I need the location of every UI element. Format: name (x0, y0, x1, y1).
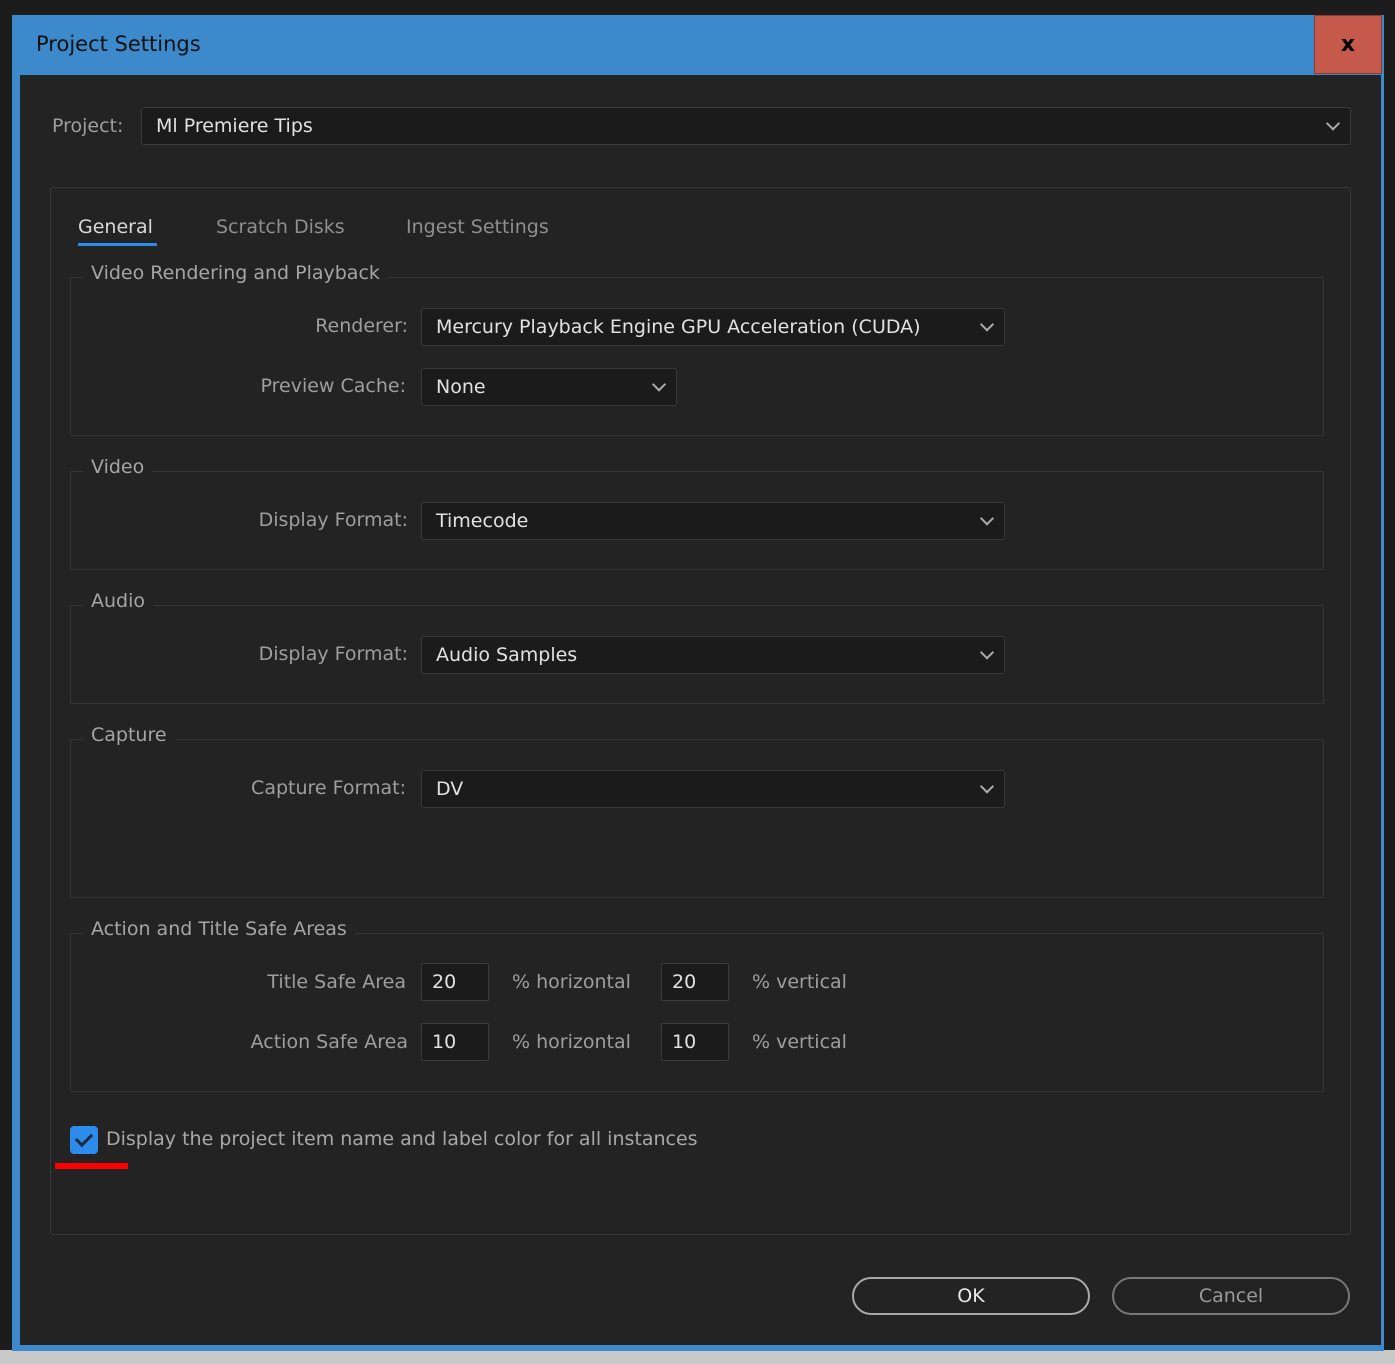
group-safe-areas: Action and Title Safe Areas Title Safe A… (70, 918, 1324, 1092)
title-safe-label: Title Safe Area (267, 971, 406, 993)
close-button[interactable]: x (1314, 15, 1382, 74)
chevron-down-icon (979, 317, 995, 332)
group-legend: Capture (83, 724, 175, 746)
chevron-down-icon (979, 511, 995, 526)
chevron-down-icon (979, 645, 995, 660)
action-safe-vertical-input[interactable]: 10 (661, 1023, 729, 1061)
capture-format-value: DV (436, 778, 464, 800)
title-safe-horizontal-input[interactable]: 20 (421, 963, 489, 1001)
video-display-format-label: Display Format: (258, 509, 408, 531)
title-safe-vertical-input[interactable]: 20 (661, 963, 729, 1001)
video-display-format-value: Timecode (436, 510, 529, 532)
capture-format-select[interactable]: DV (421, 770, 1005, 808)
group-capture: Capture Capture Format: DV (70, 724, 1324, 898)
project-select[interactable]: Ml Premiere Tips (141, 107, 1351, 145)
group-video: Video Display Format: Timecode (70, 456, 1324, 570)
audio-display-format-label: Display Format: (258, 643, 408, 665)
title-bar[interactable]: Project Settings x (12, 15, 1384, 75)
renderer-value: Mercury Playback Engine GPU Acceleration… (436, 316, 921, 338)
action-safe-label: Action Safe Area (250, 1031, 408, 1053)
group-legend: Video (83, 456, 153, 478)
checkbox-label[interactable]: Display the project item name and label … (106, 1128, 698, 1150)
preview-cache-label: Preview Cache: (260, 375, 407, 397)
horizontal-label: % horizontal (512, 1031, 631, 1053)
renderer-label: Renderer: (315, 315, 408, 337)
group-legend: Audio (83, 590, 154, 612)
tab-scratch-disks[interactable]: Scratch Disks (216, 216, 345, 238)
capture-format-label: Capture Format: (251, 777, 406, 799)
project-label: Project: (52, 115, 124, 137)
background-timeline (0, 1350, 1395, 1364)
group-legend: Action and Title Safe Areas (83, 918, 355, 940)
dialog-content: Project: Ml Premiere Tips General Scratc… (20, 75, 1381, 1345)
vertical-label: % vertical (752, 971, 847, 993)
audio-display-format-value: Audio Samples (436, 644, 578, 666)
project-settings-dialog: Project Settings x Project: Ml Premiere … (12, 15, 1384, 1351)
preview-cache-value: None (436, 376, 486, 398)
tab-general[interactable]: General (78, 216, 157, 246)
audio-display-format-select[interactable]: Audio Samples (421, 636, 1005, 674)
renderer-select[interactable]: Mercury Playback Engine GPU Acceleration… (421, 308, 1005, 346)
cancel-button[interactable]: Cancel (1112, 1277, 1350, 1315)
group-legend: Video Rendering and Playback (83, 262, 388, 284)
group-audio: Audio Display Format: Audio Samples (70, 590, 1324, 704)
preview-cache-select[interactable]: None (421, 368, 677, 406)
tab-ingest-settings[interactable]: Ingest Settings (406, 216, 549, 238)
close-icon: x (1340, 32, 1356, 57)
vertical-label: % vertical (752, 1031, 847, 1053)
video-display-format-select[interactable]: Timecode (421, 502, 1005, 540)
dialog-title: Project Settings (36, 32, 201, 56)
settings-panel: General Scratch Disks Ingest Settings Vi… (50, 187, 1351, 1235)
group-video-rendering: Video Rendering and Playback Renderer: M… (70, 262, 1324, 436)
ok-button[interactable]: OK (852, 1277, 1090, 1315)
chevron-down-icon (651, 377, 667, 392)
display-item-name-checkbox[interactable] (70, 1126, 98, 1154)
action-safe-horizontal-input[interactable]: 10 (421, 1023, 489, 1061)
chevron-down-icon (979, 779, 995, 794)
chevron-down-icon (1325, 116, 1341, 131)
horizontal-label: % horizontal (512, 971, 631, 993)
annotation-underline (55, 1163, 128, 1169)
project-value: Ml Premiere Tips (156, 115, 313, 137)
